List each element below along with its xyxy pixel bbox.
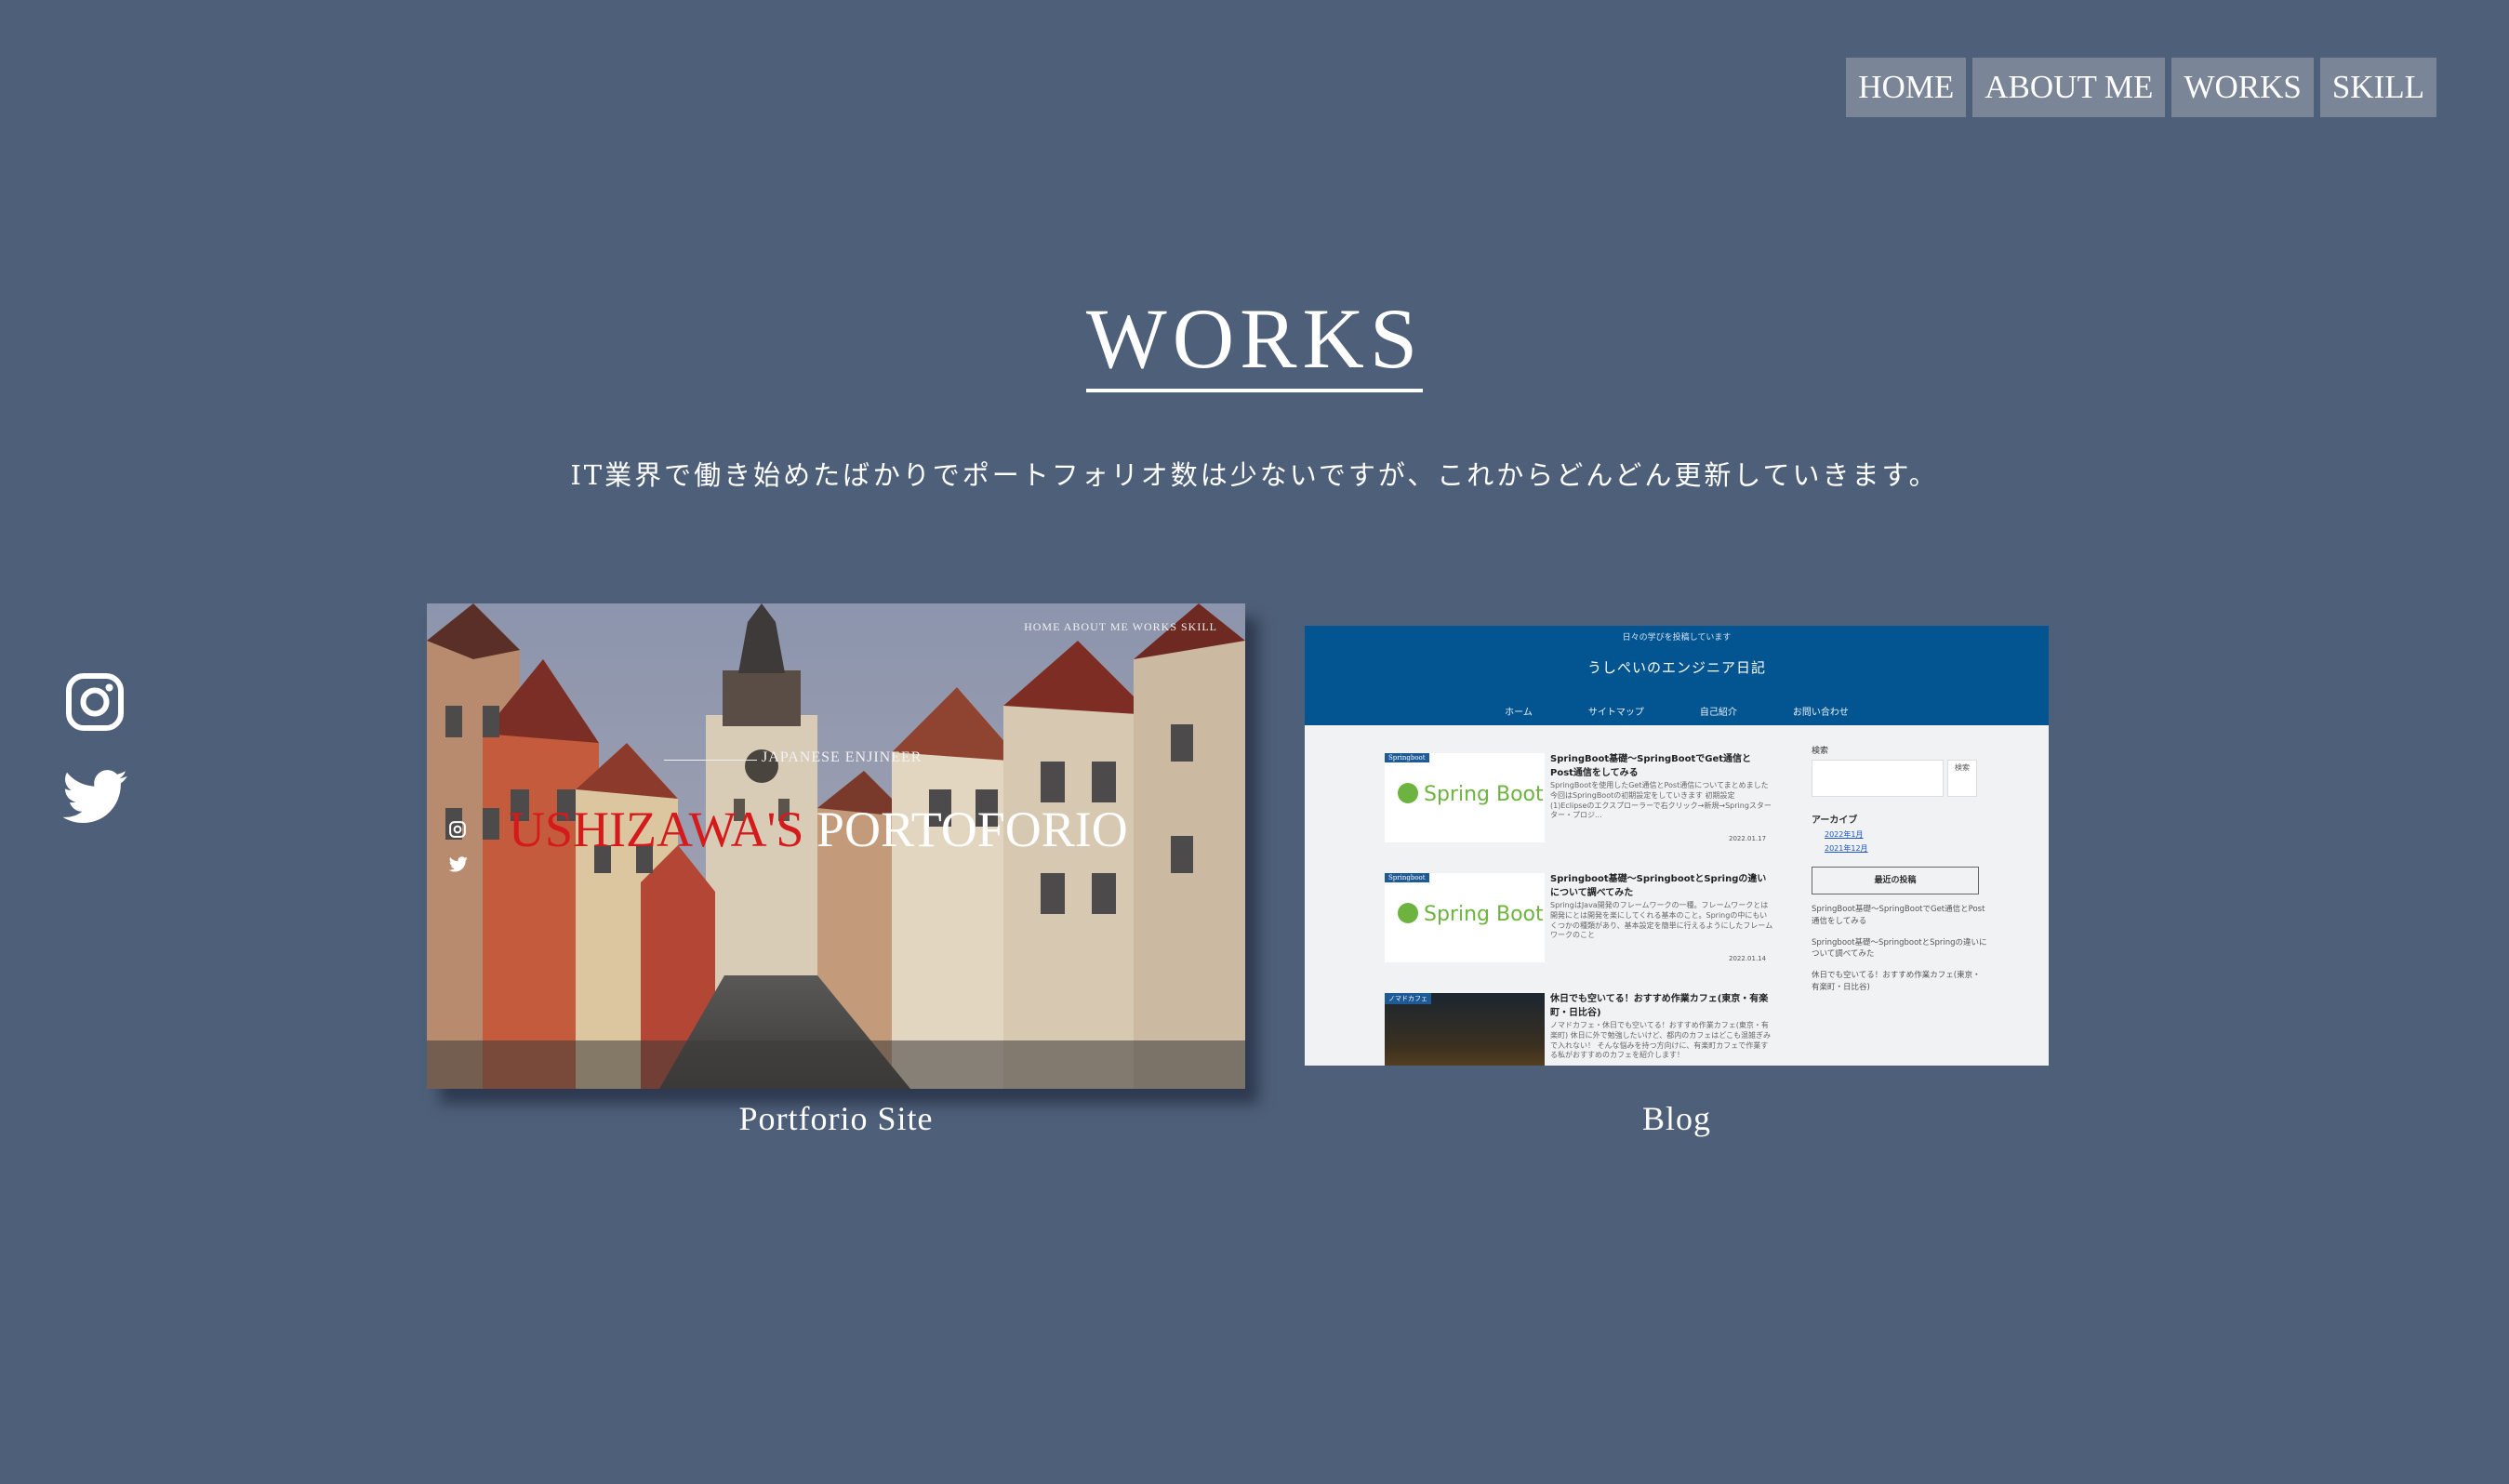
blog-thumb-nav-item: 自己紹介 [1699, 708, 1737, 718]
portfolio-thumb-title-red: USHIZAWA'S [509, 802, 804, 857]
blog-thumb-sidebar: 検索 検索 アーカイブ 2022年1月 2021年12月 最近の投稿 Sprin… [1812, 744, 1988, 994]
blog-thumb-post-date: 2022.01.14 [1729, 955, 1767, 962]
blog-thumb-post-image: Spring Boot [1385, 753, 1545, 842]
blog-thumb-post-badge: ノマドカフェ [1385, 993, 1431, 1004]
blog-thumb-post-title: 休日でも空いてる！おすすめ作業カフェ(東京・有楽町・日比谷) [1550, 994, 1769, 1018]
blog-thumb-post-title: Springboot基礎〜SpringbootとSpringの違いについて調べて… [1550, 874, 1767, 898]
nav-about-me-button[interactable]: ABOUT ME [1972, 58, 2166, 117]
portfolio-thumb-title-white: PORTOFORIO [816, 802, 1128, 857]
twitter-icon[interactable] [63, 769, 128, 825]
nav-home-button[interactable]: HOME [1846, 58, 1967, 117]
blog-thumb-nav-item: お問い合わせ [1792, 708, 1849, 718]
portfolio-thumb-twitter-icon [449, 856, 468, 872]
blog-thumbnail[interactable]: 日々の学びを投稿しています うしぺいのエンジニア日記 ホーム サイトマップ 自己… [1305, 626, 2049, 1066]
blog-thumb-post-excerpt: SpringBootを使用したGet通信とPost通信についてまとめました 今回… [1550, 781, 1772, 820]
blog-thumb-nav-item: ホーム [1505, 708, 1533, 718]
spring-leaf-icon [1398, 903, 1418, 923]
blog-thumb-post-excerpt: ノマドカフェ・休日でも空いてる！おすすめ作業カフェ(東京・有楽町) 休日に外で勉… [1550, 1021, 1772, 1060]
top-nav: HOME ABOUT ME WORKS SKILL [1846, 58, 2436, 117]
spring-leaf-icon [1398, 783, 1418, 803]
blog-caption[interactable]: Blog [1305, 1099, 2049, 1138]
blog-thumb-post-title: SpringBoot基礎〜SpringBootでGet通信とPost通信をしてみ… [1550, 754, 1752, 778]
blog-thumb-search-box [1812, 760, 1944, 797]
blog-thumb-header: 日々の学びを投稿しています うしぺいのエンジニア日記 ホーム サイトマップ 自己… [1305, 626, 2049, 725]
blog-thumb-site-title: うしぺいのエンジニア日記 [1586, 659, 1766, 676]
portfolio-thumb-divider [664, 760, 757, 761]
portfolio-thumb-instagram-icon [449, 821, 466, 838]
nav-works-button[interactable]: WORKS [2171, 58, 2314, 117]
blog-thumb-search: 検索 [1812, 760, 1988, 797]
blog-thumb-post-logo-text: Spring Boot [1424, 903, 1544, 926]
blog-thumb-post-logo-text: Spring Boot [1424, 783, 1544, 806]
blog-thumb-post-logo: Spring Boot [1398, 783, 1544, 806]
nav-skill-button[interactable]: SKILL [2319, 58, 2436, 117]
blog-thumb-recent-label: 最近の投稿 [1812, 867, 1979, 894]
blog-thumb-search-label: 検索 [1812, 747, 1829, 756]
section-title-text: WORKS [1085, 296, 1424, 392]
blog-thumb-post-image: Spring Boot [1385, 873, 1545, 962]
social-links [63, 672, 128, 825]
blog-thumb-post: Spring Boot Springboot SpringBoot基礎〜Spri… [1385, 753, 1785, 855]
instagram-icon[interactable] [65, 672, 125, 732]
blog-thumb-post-date: 2022.01.17 [1729, 835, 1767, 842]
portfolio-thumb-title: USHIZAWA'S PORTOFORIO [509, 801, 1128, 858]
blog-thumb-post: ノマドカフェ 休日でも空いてる！おすすめ作業カフェ(東京・有楽町・日比谷) ノマ… [1385, 993, 1785, 1066]
portfolio-thumb-subtitle: JAPANESE ENJINEER [762, 749, 923, 765]
blog-thumb-body: Spring Boot Springboot SpringBoot基礎〜Spri… [1305, 725, 2049, 1066]
blog-thumb-archive-item: 2021年12月 [1825, 844, 1868, 853]
blog-thumb-nav-item: サイトマップ [1587, 708, 1644, 718]
blog-thumb-nav: ホーム サイトマップ 自己紹介 お問い合わせ [1305, 704, 2049, 718]
blog-thumb-post-excerpt: SpringはJava開発のフレームワークの一種。フレームワークとは開発にとは開… [1550, 901, 1773, 940]
blog-thumb-recent-item: Springboot基礎〜SpringbootとSpringの違いについて調べて… [1812, 937, 1987, 960]
blog-thumb-post-badge: Springboot [1385, 873, 1429, 882]
blog-thumb-archive-item: 2022年1月 [1825, 830, 1864, 839]
portfolio-site-caption[interactable]: Portforio Site [427, 1099, 1245, 1138]
blog-thumb-tagline: 日々の学びを投稿しています [1622, 633, 1732, 643]
blog-thumb-search-button: 検索 [1947, 760, 1977, 797]
portfolio-thumb-nav: HOME ABOUT ME WORKS SKILL [1024, 620, 1217, 633]
portfolio-site-thumbnail[interactable]: HOME ABOUT ME WORKS SKILL JAPANESE ENJIN… [427, 603, 1245, 1089]
blog-thumb-recent-item: SpringBoot基礎〜SpringBootでGet通信とPost通信をしてみ… [1812, 905, 1985, 926]
blog-thumb-archive-label: アーカイブ [1812, 815, 1858, 826]
blog-thumb-post-badge: Springboot [1385, 753, 1429, 762]
section-title: WORKS [0, 296, 2509, 392]
section-lead: IT業界で働き始めたばかりでポートフォリオ数は少ないですが、これからどんどん更新… [570, 459, 1939, 491]
blog-thumb-post: Spring Boot Springboot Springboot基礎〜Spri… [1385, 873, 1785, 975]
blog-thumb-recent-item: 休日でも空いてる！おすすめ作業カフェ(東京・有楽町・日比谷) [1812, 971, 1981, 992]
blog-thumb-post-logo: Spring Boot [1398, 903, 1544, 926]
